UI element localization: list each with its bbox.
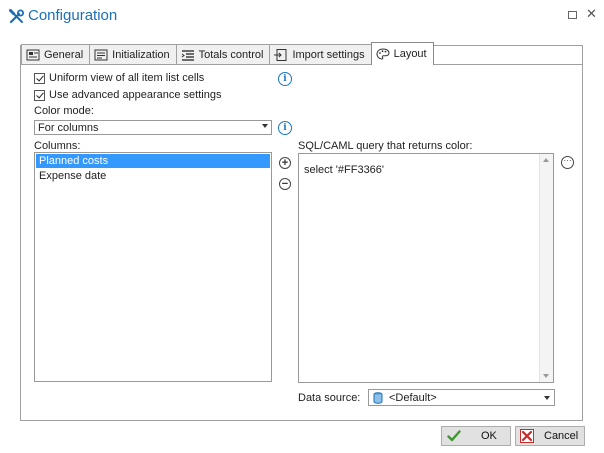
advanced-appearance-checkbox-row[interactable]: Use advanced appearance settings bbox=[34, 89, 221, 101]
color-mode-select[interactable]: For columns bbox=[34, 120, 272, 135]
uniform-view-checkbox-row[interactable]: Uniform view of all item list cells bbox=[34, 72, 204, 84]
window-title: Configuration bbox=[28, 7, 118, 24]
tab-strip: General Initialization Totals control Im… bbox=[21, 42, 434, 65]
tab-initialization[interactable]: Initialization bbox=[89, 44, 177, 64]
tab-divider bbox=[20, 64, 583, 65]
totals-tab-icon bbox=[181, 49, 195, 61]
columns-label: Columns: bbox=[34, 140, 81, 152]
import-tab-icon bbox=[274, 48, 288, 61]
maximize-button[interactable] bbox=[568, 11, 577, 19]
database-icon bbox=[373, 391, 383, 404]
advanced-appearance-label: Use advanced appearance settings bbox=[49, 89, 222, 101]
info-icon[interactable]: i bbox=[278, 72, 292, 86]
cancel-button[interactable]: Cancel bbox=[515, 426, 585, 446]
tab-label: Totals control bbox=[198, 48, 264, 61]
scroll-down-icon[interactable] bbox=[543, 374, 549, 378]
tab-general[interactable]: General bbox=[21, 44, 91, 64]
tab-layout[interactable]: Layout bbox=[370, 42, 434, 65]
general-tab-icon bbox=[26, 49, 40, 61]
data-source-value: <Default> bbox=[389, 391, 437, 404]
color-mode-label: Color mode: bbox=[34, 105, 94, 117]
cancel-label: Cancel bbox=[544, 430, 579, 442]
query-scrollbar[interactable] bbox=[539, 154, 553, 382]
ok-button[interactable]: OK bbox=[441, 426, 511, 446]
tab-label: Import settings bbox=[292, 48, 365, 61]
columns-list[interactable]: Planned costs Expense date bbox=[34, 152, 272, 382]
tab-label: Layout bbox=[393, 48, 427, 60]
query-textarea[interactable]: select '#FF3366' bbox=[298, 153, 554, 383]
palette-icon bbox=[376, 48, 390, 60]
uniform-view-label: Uniform view of all item list cells bbox=[49, 72, 205, 84]
chevron-down-icon bbox=[544, 396, 550, 400]
tab-totals-control[interactable]: Totals control bbox=[175, 44, 271, 64]
list-item[interactable]: Planned costs bbox=[36, 154, 270, 168]
close-button[interactable]: ✕ bbox=[586, 6, 597, 22]
query-text: select '#FF3366' bbox=[304, 164, 385, 176]
data-source-label: Data source: bbox=[298, 392, 361, 404]
uniform-view-checkbox[interactable] bbox=[34, 72, 45, 84]
remove-column-button[interactable]: − bbox=[279, 178, 291, 190]
cancel-icon bbox=[520, 429, 534, 443]
tools-icon bbox=[9, 9, 25, 25]
checkmark-icon bbox=[447, 430, 461, 442]
tab-label: Initialization bbox=[112, 48, 170, 61]
tab-import-settings[interactable]: Import settings bbox=[269, 44, 372, 64]
list-item[interactable]: Expense date bbox=[36, 169, 270, 183]
query-label: SQL/CAML query that returns color: bbox=[298, 140, 473, 152]
scroll-up-icon[interactable] bbox=[543, 158, 549, 162]
tab-label: General bbox=[44, 48, 84, 61]
add-column-button[interactable]: + bbox=[279, 157, 291, 169]
initialization-tab-icon bbox=[94, 49, 108, 61]
chevron-down-icon bbox=[262, 124, 268, 128]
query-options-button[interactable]: ··· bbox=[561, 156, 574, 169]
color-mode-value: For columns bbox=[38, 121, 99, 134]
color-mode-info-icon[interactable]: i bbox=[278, 121, 292, 135]
advanced-appearance-checkbox[interactable] bbox=[34, 89, 45, 101]
data-source-select[interactable]: <Default> bbox=[368, 389, 555, 406]
ok-label: OK bbox=[481, 430, 497, 442]
